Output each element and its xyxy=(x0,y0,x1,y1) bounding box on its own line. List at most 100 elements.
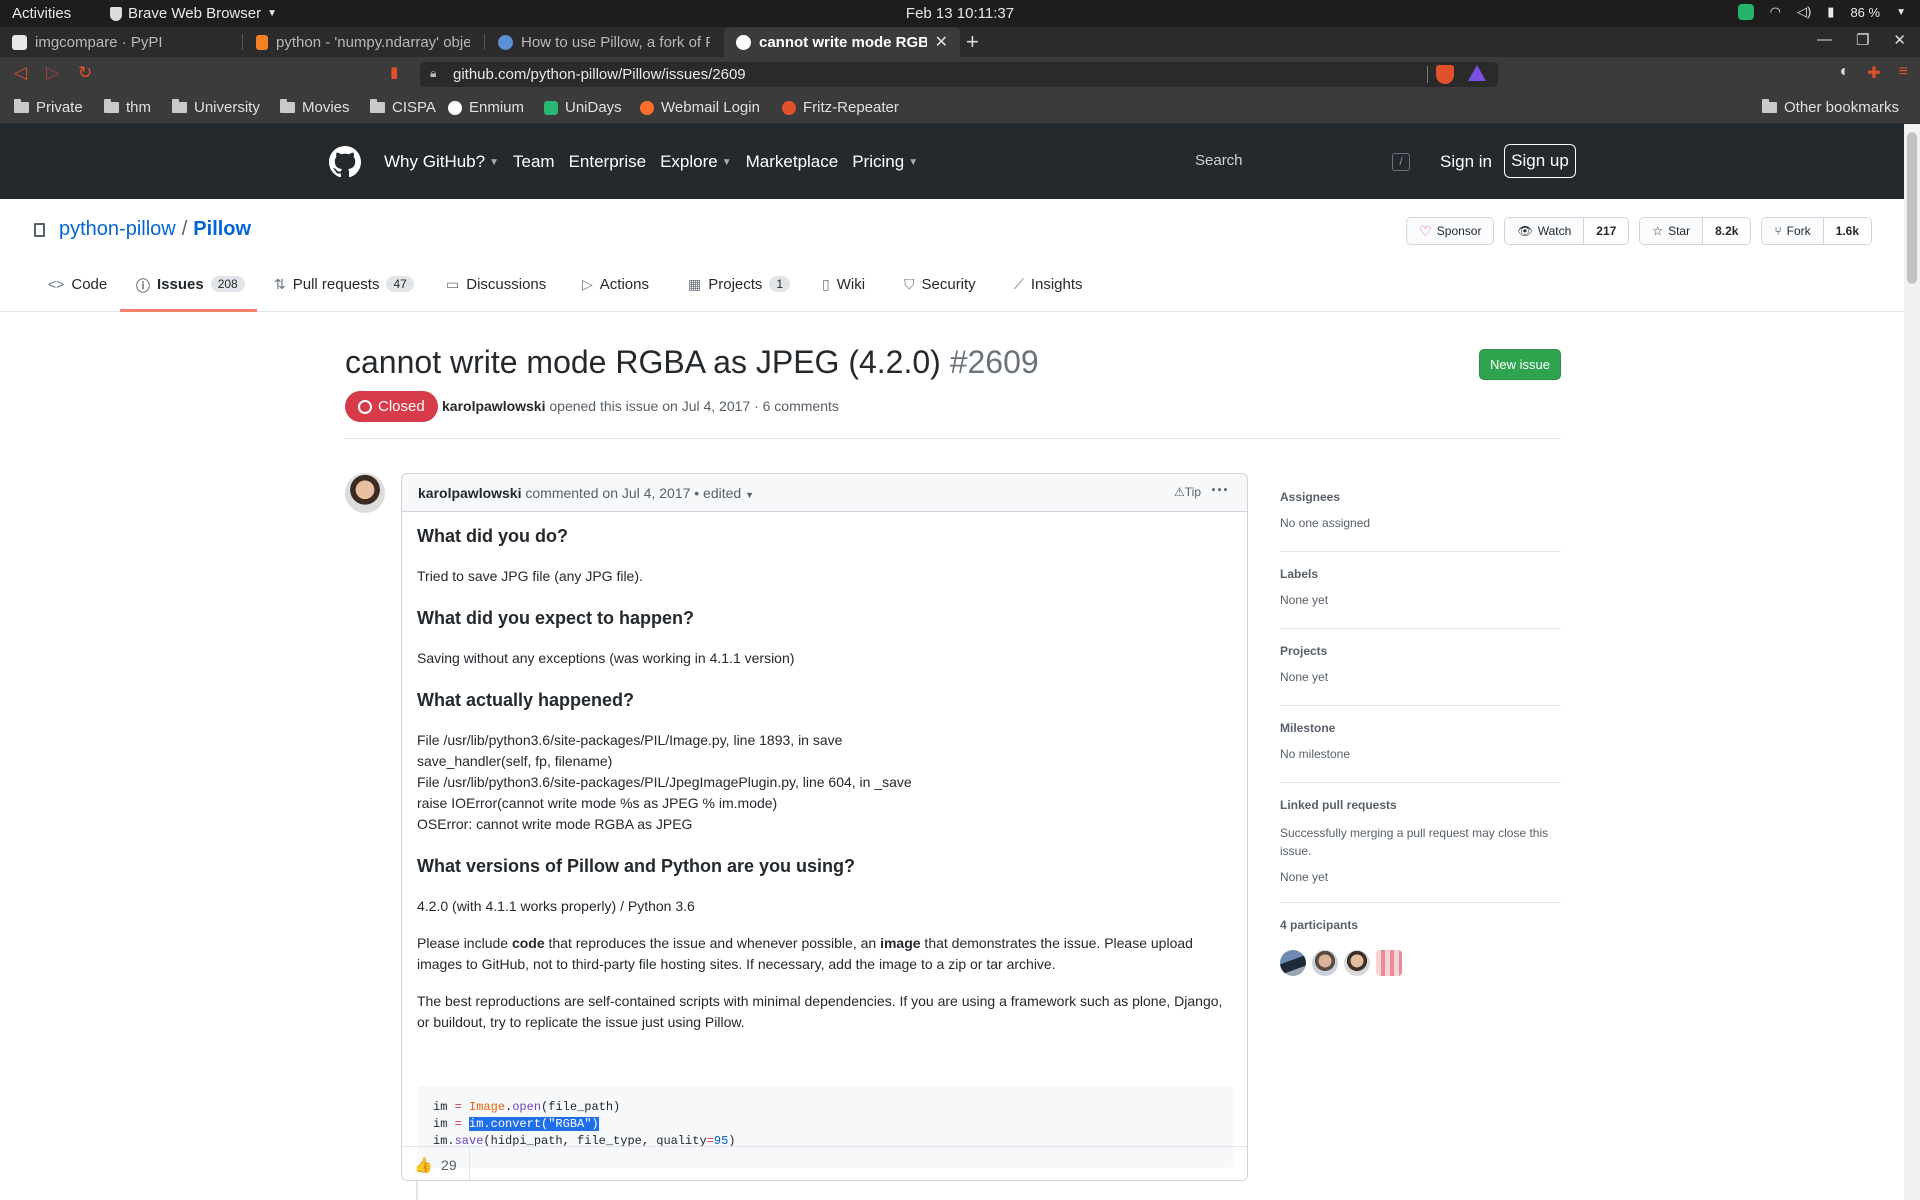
nav-marketplace[interactable]: Marketplace xyxy=(746,152,839,172)
nav-explore[interactable]: Explore ▼ xyxy=(660,152,732,172)
comment-author-line: karolpawlowski commented on Jul 4, 2017 … xyxy=(418,485,754,501)
bookmark-folder[interactable]: CISPA xyxy=(370,99,436,116)
avatar[interactable] xyxy=(1344,950,1370,976)
folder-icon xyxy=(14,99,29,113)
issue-meta: karolpawlowski opened this issue on Jul … xyxy=(442,398,839,414)
browser-tab[interactable]: python - 'numpy.ndarray' obje xyxy=(244,27,482,57)
nav-pricing[interactable]: Pricing ▼ xyxy=(852,152,918,172)
search-input[interactable]: Search / xyxy=(1185,146,1418,176)
sync-icon[interactable] xyxy=(1737,4,1754,20)
watch-count[interactable]: 217 xyxy=(1583,218,1629,244)
star-count[interactable]: 8.2k xyxy=(1702,218,1751,244)
avatar[interactable] xyxy=(345,473,385,513)
tab-issues[interactable]: ⓘ Issues 208 xyxy=(120,276,257,312)
menu-icon[interactable]: ≡ xyxy=(1899,63,1908,83)
reload-icon[interactable]: ↻ xyxy=(78,63,92,83)
browser-tab-active[interactable]: cannot write mode RGBA a ✕ xyxy=(724,27,960,57)
back-icon[interactable]: ◁ xyxy=(14,63,27,83)
tab-security[interactable]: ⛉ Security xyxy=(904,276,976,312)
sponsor-button[interactable]: ♡ Sponsor xyxy=(1406,217,1495,245)
bold-text: image xyxy=(880,935,921,951)
minimize-icon[interactable]: — xyxy=(1817,31,1832,49)
bookmark-link[interactable]: Fritz-Repeater xyxy=(782,99,899,116)
reaction-thumbs-up[interactable]: 👍 29 xyxy=(402,1147,470,1180)
divider xyxy=(1427,66,1428,83)
chevron-down-icon: ▼ xyxy=(721,156,732,168)
bookmark-icon[interactable]: ▮ xyxy=(390,63,398,81)
nav-team[interactable]: Team xyxy=(513,152,555,172)
bookmark-link[interactable]: Enmium xyxy=(448,99,524,116)
traceback-line: raise IOError(cannot write mode %s as JP… xyxy=(417,795,778,811)
nav-enterprise[interactable]: Enterprise xyxy=(569,152,646,172)
clock[interactable]: Feb 13 10:11:37 xyxy=(0,5,1920,22)
sign-up-button[interactable]: Sign up xyxy=(1504,144,1576,178)
paragraph: Saving without any exceptions (was worki… xyxy=(417,650,795,666)
issue-state-label: Closed xyxy=(378,398,425,415)
github-logo-icon[interactable] xyxy=(329,146,361,178)
tab-discussions[interactable]: ▭ Discussions xyxy=(446,276,546,312)
close-icon[interactable]: ✕ xyxy=(935,32,948,52)
browser-tab[interactable]: How to use Pillow, a fork of PI xyxy=(486,27,722,57)
issue-closed-icon xyxy=(358,399,372,414)
forward-icon[interactable]: ▷ xyxy=(46,63,59,83)
more-options-icon[interactable]: ··· xyxy=(1211,480,1229,501)
fork-button[interactable]: ⑂ Fork xyxy=(1762,218,1823,244)
bookmark-folder[interactable]: Private xyxy=(14,99,83,116)
bookmark-folder-other[interactable]: Other bookmarks xyxy=(1762,99,1899,116)
new-tab-button[interactable]: + xyxy=(966,29,979,55)
fritz-icon xyxy=(782,100,796,115)
sidebar-value: No milestone xyxy=(1280,747,1351,761)
issue-title-text: cannot write mode RGBA as JPEG (4.2.0) xyxy=(345,344,941,380)
bookmark-folder[interactable]: Movies xyxy=(280,99,350,116)
brave-shields-icon[interactable] xyxy=(1436,65,1454,84)
comment-author-link[interactable]: karolpawlowski xyxy=(418,485,521,501)
tip-link[interactable]: ⚠︎Tip xyxy=(1174,485,1201,499)
paragraph: The best reproductions are self-containe… xyxy=(417,993,1223,1030)
maximize-icon[interactable]: ❐ xyxy=(1856,31,1869,49)
close-icon[interactable]: ✕ xyxy=(1893,31,1906,49)
bookmark-folder[interactable]: University xyxy=(172,99,260,116)
star-button[interactable]: ☆ Star xyxy=(1640,218,1703,244)
avatar[interactable] xyxy=(1280,950,1306,976)
tab-code[interactable]: <> Code xyxy=(48,276,107,312)
tab-insights[interactable]: ⟋ Insights xyxy=(1014,276,1083,312)
brave-rewards-icon[interactable] xyxy=(1468,65,1486,81)
tab-wiki[interactable]: ▯ Wiki xyxy=(822,276,865,312)
sidebar-milestone[interactable]: Milestone No milestone xyxy=(1280,721,1561,783)
avatar[interactable] xyxy=(1376,950,1402,976)
new-issue-button[interactable]: New issue xyxy=(1479,349,1561,380)
system-tray[interactable]: ◠ ◁) ▮ 86 % ▼ xyxy=(1737,4,1906,20)
sidebar-labels[interactable]: Labels None yet xyxy=(1280,567,1561,629)
tab-actions[interactable]: ▷ Actions xyxy=(582,276,649,312)
scrollbar-thumb[interactable] xyxy=(1907,132,1917,284)
url-text[interactable]: github.com/python-pillow/Pillow/issues/2… xyxy=(453,66,746,83)
issue-author-link[interactable]: karolpawlowski xyxy=(442,398,545,414)
repo-name-link[interactable]: Pillow xyxy=(193,218,251,241)
vpn-icon[interactable]: ◐ xyxy=(1840,63,1850,83)
sign-in-link[interactable]: Sign in xyxy=(1440,152,1492,172)
bookmark-folder[interactable]: thm xyxy=(104,99,151,116)
fork-count[interactable]: 1.6k xyxy=(1822,218,1871,244)
browser-tab[interactable]: imgcompare · PyPI xyxy=(0,27,240,57)
sidebar-assignees[interactable]: Assignees No one assigned xyxy=(1280,490,1561,552)
sidebar-value: None yet xyxy=(1280,870,1329,884)
watch-button[interactable]: 👁︎ Watch xyxy=(1505,218,1584,244)
bookmark-link[interactable]: UniDays xyxy=(544,99,622,116)
projects-counter: 1 xyxy=(769,276,791,292)
tab-projects[interactable]: ▦ Projects 1 xyxy=(688,276,791,312)
tab-pull-requests[interactable]: ⇅ Pull requests 47 xyxy=(274,276,414,312)
star-button-group: ☆ Star 8.2k xyxy=(1639,217,1752,245)
sidebar-heading: 4 participants xyxy=(1280,918,1359,932)
sidebar-projects[interactable]: Projects None yet xyxy=(1280,644,1561,706)
comment-meta[interactable]: commented on Jul 4, 2017 • edited xyxy=(525,485,741,501)
bookmark-link[interactable]: Webmail Login xyxy=(640,99,760,116)
tab-label: Issues xyxy=(157,276,204,293)
extensions-icon[interactable]: ✚ xyxy=(1867,63,1880,83)
address-bar[interactable]: 🔒︎ github.com/python-pillow/Pillow/issue… xyxy=(420,62,1498,87)
caret-down-icon[interactable]: ▼ xyxy=(745,490,754,500)
tab-separator xyxy=(242,34,243,50)
repo-owner-link[interactable]: python-pillow xyxy=(59,218,176,241)
nav-why-github[interactable]: Why GitHub? ▼ xyxy=(384,152,499,172)
page-scrollbar[interactable] xyxy=(1904,124,1920,1200)
avatar[interactable] xyxy=(1312,950,1338,976)
